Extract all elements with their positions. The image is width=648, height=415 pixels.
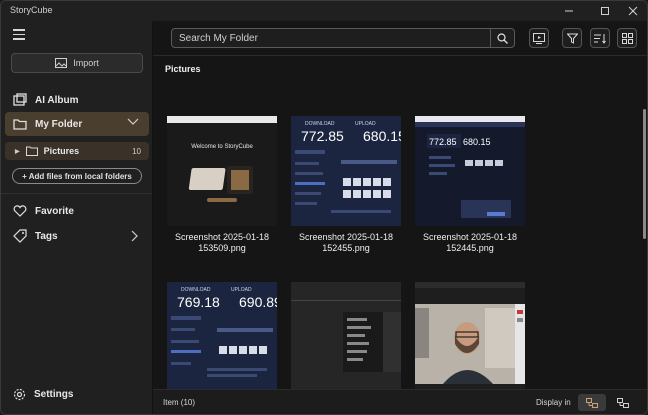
folder-count: 10 [132,146,141,156]
grid-icon [621,32,633,44]
speedtest-detail [171,316,273,377]
welcome-title: Welcome to StoryCube [191,144,253,150]
nav-label: My Folder [35,118,83,130]
thumbnail-6[interactable] [415,282,525,389]
folder-label: Pictures [43,146,80,156]
expand-caret-icon[interactable]: ▶ [15,148,20,155]
gear-icon [13,388,26,401]
svg-text:680.15: 680.15 [463,137,491,147]
thumbnail-5[interactable] [291,282,401,389]
folder-list-icon [617,397,629,408]
minimize-button[interactable] [553,1,585,21]
folder-pictures[interactable]: ▶ Pictures 10 [5,142,149,160]
svg-text:772.85: 772.85 [429,137,457,147]
minimize-icon [565,10,573,12]
display-in-label: Display in [536,398,571,407]
toolbar: Search My Folder [153,21,647,55]
search-icon [497,32,508,44]
status-bar: Item (10) Display in [153,389,647,414]
thumbnail-image [291,282,401,389]
settings-button[interactable]: Settings [13,388,73,401]
nav-favorite[interactable]: Favorite [5,199,149,223]
thumbnail-caption: Screenshot 2025-01-18 152455.png [298,232,394,253]
add-files-button[interactable]: + Add files from local folders [12,168,142,184]
folder-icon [25,146,38,156]
section-title: Pictures [165,64,201,74]
thumbnail-image: 772.85 680.15 [415,116,525,226]
thumbnail-4b[interactable]: DOWNLOAD UPLOAD 769.18 690.89 [167,282,277,389]
display-flat-button[interactable] [609,394,637,411]
thumbnail-1[interactable]: Welcome to StoryCube [167,116,277,226]
filter-button[interactable] [562,28,582,48]
scrollbar[interactable] [643,109,646,239]
nav-label: Tags [35,230,58,242]
nav-ai-album[interactable]: AI Album [5,88,149,112]
nav-label: AI Album [35,94,79,106]
slideshow-icon [533,32,545,44]
settings-label: Settings [34,389,74,400]
search-input[interactable]: Search My Folder [171,28,515,48]
close-icon [628,6,638,16]
title-bar: StoryCube [1,1,647,21]
import-button[interactable]: Import [11,53,143,73]
webcam-image [415,282,525,389]
divider [1,193,152,194]
chevron-right-icon[interactable] [131,230,139,245]
main-content: Search My Folder Pictures Welcome to Sto… [153,21,647,414]
sort-icon [594,33,606,44]
thumbnail-2[interactable]: DOWNLOAD UPLOAD 772.85 680.15 [291,116,401,226]
import-label: Import [73,58,99,68]
thumbnail-caption: Screenshot 2025-01-18 152445.png [422,232,518,253]
app-title: StoryCube [10,5,53,15]
maximize-icon [601,7,609,15]
app-window: StoryCube Import AI Album My Folder ▶ Pi… [0,0,648,415]
thumbnail-image [167,116,277,226]
ai-album-icon [13,93,27,107]
thumbnail-caption: Screenshot 2025-01-18 153509.png [174,232,270,253]
nav-tags[interactable]: Tags [5,224,149,248]
nav-label: Favorite [35,205,74,217]
folder-tree-icon [586,397,598,408]
item-count: Item (10) [163,398,196,407]
hamburger-menu-icon[interactable] [13,29,25,40]
nav-my-folder[interactable]: My Folder [5,112,149,136]
filter-icon [566,33,578,44]
folder-icon [13,117,27,131]
add-files-label: + Add files from local folders [22,171,132,181]
search-placeholder: Search My Folder [179,32,258,44]
thumbnail-3[interactable]: 772.85 680.15 [415,116,525,226]
divider [153,55,647,56]
image-icon [55,58,68,68]
close-button[interactable] [617,1,647,21]
display-grid-button[interactable] [578,394,606,411]
search-button[interactable] [490,29,514,47]
view-grid-button[interactable] [617,28,637,48]
slideshow-button[interactable] [529,28,549,48]
heart-icon [13,204,27,218]
speedtest-detail [295,150,397,213]
chevron-down-icon[interactable] [127,118,139,129]
sidebar: Import AI Album My Folder ▶ Pictures 10 … [1,21,153,414]
tag-icon [13,229,27,243]
sort-button[interactable] [590,28,610,48]
